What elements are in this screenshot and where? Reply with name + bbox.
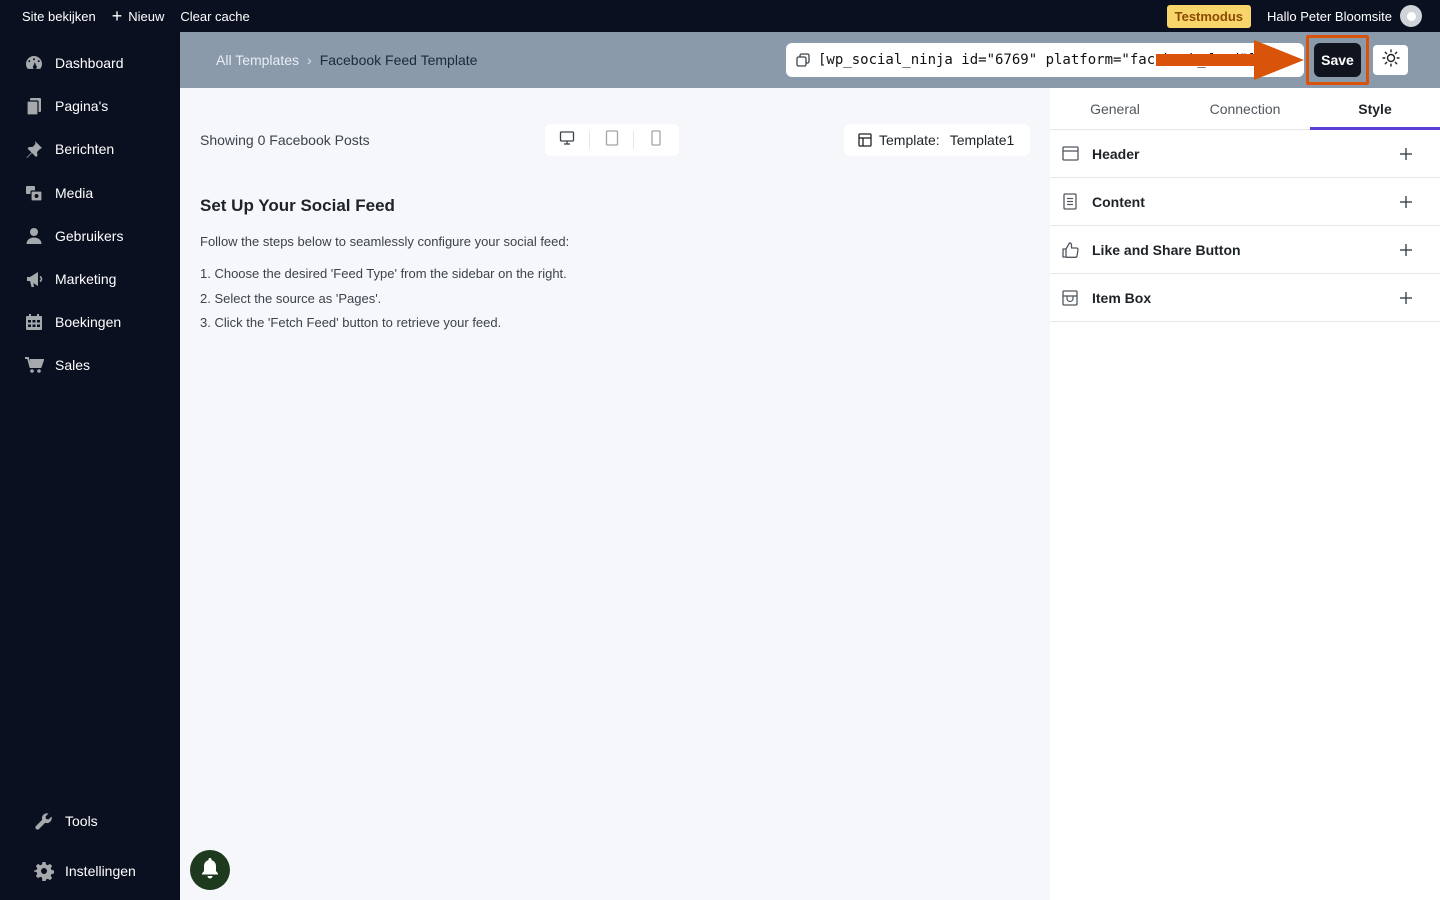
- plus-icon: +: [111, 6, 123, 26]
- desktop-view-button[interactable]: [545, 124, 589, 156]
- dashboard-icon: [24, 53, 44, 73]
- sidebar-item-sales[interactable]: Sales: [0, 345, 180, 385]
- template-selector[interactable]: Template: Template1: [844, 124, 1030, 156]
- section-header[interactable]: Header: [1050, 130, 1440, 178]
- view-site-label: Site bekijken: [22, 8, 96, 24]
- breadcrumb-all-templates[interactable]: All Templates: [216, 52, 299, 68]
- setup-step: 3. Click the 'Fetch Feed' button to retr…: [200, 315, 502, 330]
- header-layout-icon: [1061, 145, 1079, 163]
- sidebar-item-label: Gebruikers: [55, 228, 124, 244]
- document-icon: [1061, 193, 1079, 211]
- breadcrumb-current: Facebook Feed Template: [319, 52, 478, 68]
- tab-style[interactable]: Style: [1310, 88, 1440, 130]
- chevron-right-icon: ›: [307, 52, 312, 68]
- template-label: Template:: [879, 132, 940, 148]
- pin-icon: [24, 139, 44, 159]
- sidebar-item-pages[interactable]: Pagina's: [0, 86, 180, 126]
- admin-sidebar: Dashboard Pagina's Berichten Media Gebru…: [0, 32, 180, 900]
- sidebar-item-dashboard[interactable]: Dashboard: [0, 43, 180, 83]
- shortcode-text: [wp_social_ninja id="6769" platform="fac…: [818, 52, 1257, 68]
- copy-icon[interactable]: [796, 53, 810, 67]
- avatar: [1400, 5, 1422, 27]
- cart-icon: [24, 355, 44, 375]
- media-icon: [24, 183, 44, 203]
- feed-preview-area: Showing 0 Facebook Posts Template: Templ…: [180, 88, 1050, 900]
- sidebar-item-label: Tools: [65, 813, 98, 829]
- user-icon: [24, 226, 44, 246]
- clear-cache-link[interactable]: Clear cache: [172, 0, 257, 32]
- tablet-view-button[interactable]: [589, 129, 633, 151]
- section-content[interactable]: Content: [1050, 178, 1440, 226]
- sun-icon: [1381, 48, 1400, 72]
- section-label: Header: [1092, 145, 1140, 162]
- section-label: Item Box: [1092, 289, 1152, 306]
- setup-step: 1. Choose the desired 'Feed Type' from t…: [200, 266, 567, 281]
- layout-icon: [858, 133, 872, 147]
- settings-panel: General Connection Style Header Content …: [1050, 88, 1440, 900]
- setup-intro: Follow the steps below to seamlessly con…: [200, 234, 570, 249]
- section-like-share-button[interactable]: Like and Share Button: [1050, 226, 1440, 274]
- tablet-icon: [605, 129, 619, 151]
- breadcrumb: All Templates › Facebook Feed Template: [216, 32, 477, 88]
- plus-icon: [1400, 196, 1412, 208]
- setup-steps: 1. Choose the desired 'Feed Type' from t…: [200, 266, 567, 340]
- sidebar-item-label: Pagina's: [55, 98, 109, 114]
- section-item-box[interactable]: Item Box: [1050, 274, 1440, 322]
- tab-general[interactable]: General: [1050, 88, 1180, 129]
- testmode-badge[interactable]: Testmodus: [1166, 4, 1251, 28]
- plus-icon: [1400, 148, 1412, 160]
- sidebar-item-marketing[interactable]: Marketing: [0, 259, 180, 299]
- pages-icon: [24, 96, 44, 116]
- sidebar-item-bookings[interactable]: Boekingen: [0, 302, 180, 342]
- plus-icon: [1400, 292, 1412, 304]
- save-button[interactable]: Save: [1314, 43, 1361, 77]
- wrench-icon: [34, 811, 54, 831]
- mobile-icon: [650, 129, 662, 151]
- new-label: Nieuw: [128, 8, 165, 24]
- sidebar-item-label: Media: [55, 185, 94, 201]
- tab-connection[interactable]: Connection: [1180, 88, 1310, 129]
- gear-icon: [34, 861, 54, 881]
- section-label: Content: [1092, 193, 1145, 210]
- notification-bell-button[interactable]: [190, 850, 230, 890]
- device-preview-toggle: [545, 124, 679, 156]
- new-content-menu[interactable]: + Nieuw: [104, 0, 173, 32]
- template-value: Template1: [949, 132, 1015, 148]
- shortcode-field[interactable]: [wp_social_ninja id="6769" platform="fac…: [786, 43, 1304, 77]
- editor-header: All Templates › Facebook Feed Template […: [180, 32, 1440, 88]
- greeting-text: Hallo Peter Bloomsite: [1267, 8, 1392, 24]
- theme-toggle-button[interactable]: [1373, 45, 1408, 75]
- bell-icon: [200, 857, 220, 884]
- admin-bar: Site bekijken + Nieuw Clear cache Testmod…: [0, 0, 1440, 32]
- thumbs-up-icon: [1061, 241, 1079, 259]
- setup-step: 2. Select the source as 'Pages'.: [200, 290, 382, 306]
- calendar-icon: [24, 312, 44, 332]
- view-site-link[interactable]: Site bekijken: [0, 0, 104, 32]
- megaphone-icon: [24, 269, 44, 289]
- settings-tabs: General Connection Style: [1050, 88, 1440, 130]
- sidebar-item-label: Boekingen: [55, 314, 122, 330]
- sidebar-item-label: Berichten: [55, 141, 115, 157]
- post-count-text: Showing 0 Facebook Posts: [200, 132, 370, 148]
- sidebar-item-label: Instellingen: [65, 863, 136, 879]
- clear-cache-label: Clear cache: [180, 8, 250, 24]
- sidebar-item-settings[interactable]: Instellingen: [0, 851, 180, 891]
- sidebar-item-label: Marketing: [55, 271, 117, 287]
- account-menu[interactable]: Hallo Peter Bloomsite: [1267, 5, 1440, 27]
- desktop-icon: [559, 130, 575, 151]
- setup-title: Set Up Your Social Feed: [200, 196, 395, 215]
- sidebar-item-tools[interactable]: Tools: [0, 801, 180, 841]
- sidebar-item-media[interactable]: Media: [0, 173, 180, 213]
- sidebar-item-label: Dashboard: [55, 55, 124, 71]
- section-label: Like and Share Button: [1092, 241, 1241, 258]
- sidebar-item-label: Sales: [55, 357, 91, 373]
- box-icon: [1061, 289, 1079, 307]
- mobile-view-button[interactable]: [633, 129, 677, 151]
- plus-icon: [1400, 244, 1412, 256]
- sidebar-item-posts[interactable]: Berichten: [0, 129, 180, 169]
- sidebar-item-users[interactable]: Gebruikers: [0, 216, 180, 256]
